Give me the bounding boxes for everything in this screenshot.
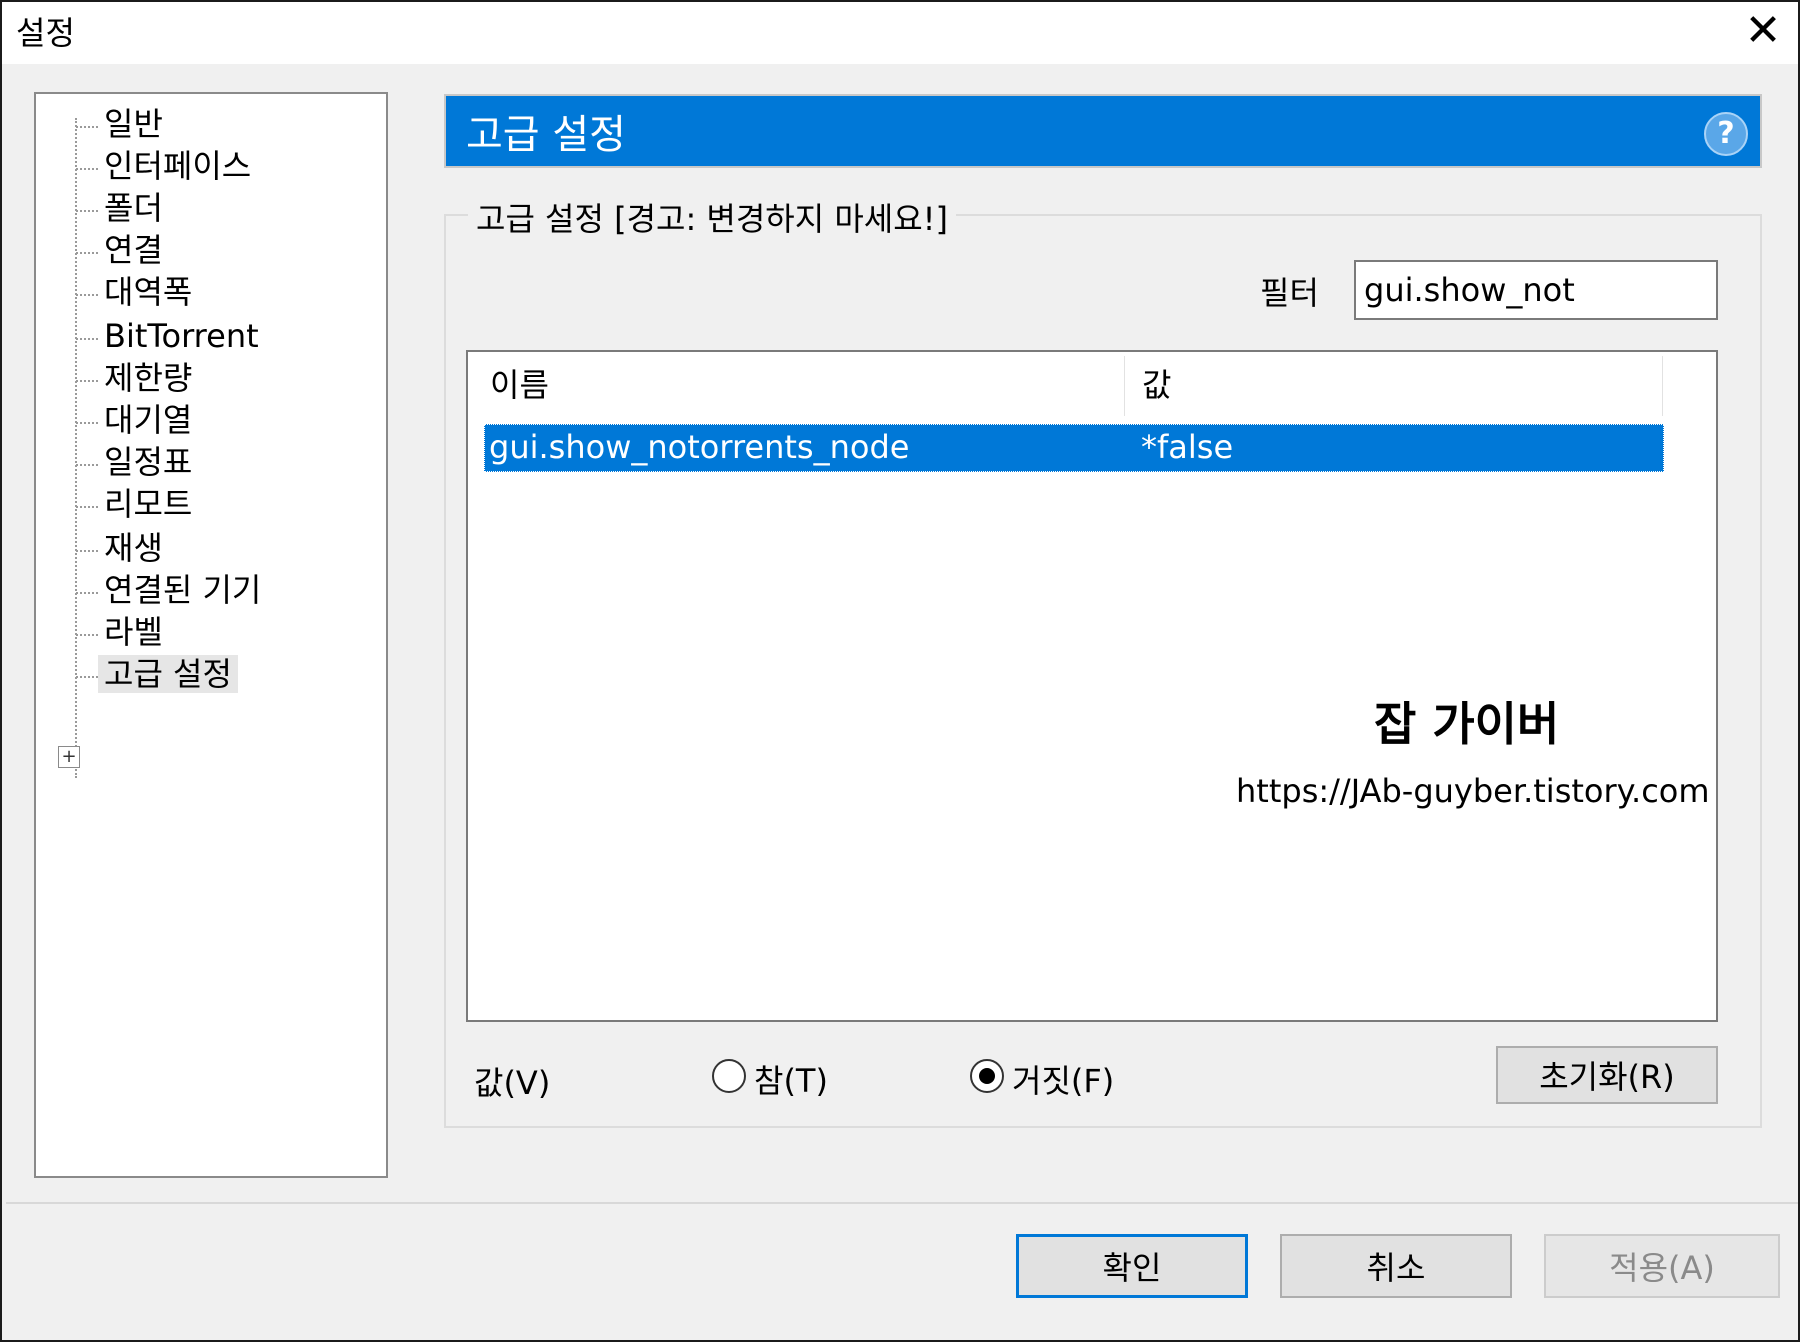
value-label: 값(V) — [474, 1064, 551, 1102]
settings-window: 설정 ✕ 일반 인터페이스 폴더 연결 대역폭 BitTorrent 제한량 대… — [0, 0, 1800, 1342]
title-bar: 설정 ✕ — [2, 2, 1798, 64]
filter-input[interactable] — [1354, 260, 1718, 320]
reset-button[interactable]: 초기화(R) — [1496, 1046, 1718, 1104]
sidebar-item-label: BitTorrent — [104, 317, 259, 355]
sidebar-item-label: 리모트 — [104, 485, 193, 523]
tree-tick — [76, 464, 98, 466]
column-divider — [1124, 356, 1125, 416]
sidebar-item-label: 라벨 — [104, 613, 163, 651]
tree-tick — [76, 634, 98, 636]
watermark-title: 잡 가이버 — [1374, 697, 1560, 751]
cancel-button[interactable]: 취소 — [1280, 1234, 1512, 1298]
tree-tick — [76, 252, 98, 254]
sidebar-item-bittorrent[interactable]: BitTorrent — [104, 314, 259, 358]
sidebar-item-connection[interactable]: 연결 — [104, 228, 163, 272]
column-header-name[interactable]: 이름 — [490, 352, 549, 420]
false-radio[interactable] — [970, 1059, 1004, 1093]
tree-tick — [76, 676, 98, 678]
row-value-cell: *false — [1141, 428, 1234, 466]
settings-category-tree: 일반 인터페이스 폴더 연결 대역폭 BitTorrent 제한량 대기열 일정… — [34, 92, 388, 1178]
footer-divider — [6, 1202, 1798, 1204]
false-radio-label[interactable]: 거짓(F) — [1012, 1056, 1114, 1102]
sidebar-item-label: 폴더 — [104, 189, 163, 227]
sidebar-item-label: 고급 설정 — [98, 655, 238, 693]
tree-tick — [76, 506, 98, 508]
true-radio[interactable] — [712, 1059, 746, 1093]
sidebar-item-label: 인터페이스 — [104, 147, 252, 185]
column-header-value[interactable]: 값 — [1142, 352, 1171, 420]
sidebar-item-remote[interactable]: 리모트 — [104, 482, 192, 526]
sidebar-item-label: 일정표 — [104, 443, 193, 481]
tree-tick — [76, 294, 98, 296]
tree-tick — [76, 126, 98, 128]
sidebar-item-general[interactable]: 일반 — [104, 102, 163, 146]
sidebar-item-label: 제한량 — [104, 359, 193, 397]
group-label: 고급 설정 [경고: 변경하지 마세요!] — [468, 194, 956, 240]
sidebar-item-label: 대기열 — [104, 401, 193, 439]
true-radio-label[interactable]: 참(T) — [754, 1056, 828, 1102]
radio-selected-dot — [979, 1068, 995, 1084]
tree-tick — [76, 168, 98, 170]
filter-label: 필터 — [1260, 274, 1319, 312]
settings-list[interactable]: 이름 값 gui.show_notorrents_node *false — [466, 350, 1718, 1022]
tree-expand-icon[interactable]: + — [58, 746, 80, 768]
tree-tick — [76, 592, 98, 594]
close-icon[interactable]: ✕ — [1738, 6, 1788, 56]
sidebar-item-paired-devices[interactable]: 연결된 기기 — [104, 568, 261, 612]
sidebar-item-label: 일반 — [104, 105, 163, 143]
apply-button[interactable]: 적용(A) — [1544, 1234, 1780, 1298]
help-icon[interactable]: ? — [1704, 112, 1748, 156]
tree-tick — [76, 380, 98, 382]
sidebar-item-playback[interactable]: 재생 — [104, 526, 163, 570]
tree-tick — [76, 210, 98, 212]
sidebar-item-bandwidth[interactable]: 대역폭 — [104, 270, 192, 314]
window-title: 설정 — [16, 14, 75, 52]
sidebar-item-transfer-cap[interactable]: 제한량 — [104, 356, 192, 400]
section-header: 고급 설정 ? — [444, 94, 1762, 168]
sidebar-item-interface[interactable]: 인터페이스 — [104, 144, 251, 188]
sidebar-item-queueing[interactable]: 대기열 — [104, 398, 192, 442]
sidebar-item-folders[interactable]: 폴더 — [104, 186, 163, 230]
tree-connector-line — [75, 118, 77, 778]
watermark-url: https://JAb-guyber.tistory.com — [1236, 772, 1710, 810]
sidebar-item-label: 대역폭 — [104, 273, 193, 311]
sidebar-item-labels[interactable]: 라벨 — [104, 610, 163, 654]
table-row[interactable]: gui.show_notorrents_node *false — [484, 424, 1664, 472]
sidebar-item-label: 연결된 기기 — [104, 571, 262, 609]
ok-button[interactable]: 확인 — [1016, 1234, 1248, 1298]
sidebar-item-advanced[interactable]: 고급 설정 — [98, 652, 238, 696]
column-divider — [1662, 356, 1663, 416]
tree-tick — [76, 422, 98, 424]
sidebar-item-label: 재생 — [104, 529, 163, 567]
tree-tick — [76, 338, 98, 340]
sidebar-item-label: 연결 — [104, 231, 163, 269]
sidebar-item-scheduler[interactable]: 일정표 — [104, 440, 192, 484]
tree-tick — [76, 550, 98, 552]
section-title: 고급 설정 — [466, 112, 626, 158]
row-name-cell: gui.show_notorrents_node — [489, 428, 910, 466]
